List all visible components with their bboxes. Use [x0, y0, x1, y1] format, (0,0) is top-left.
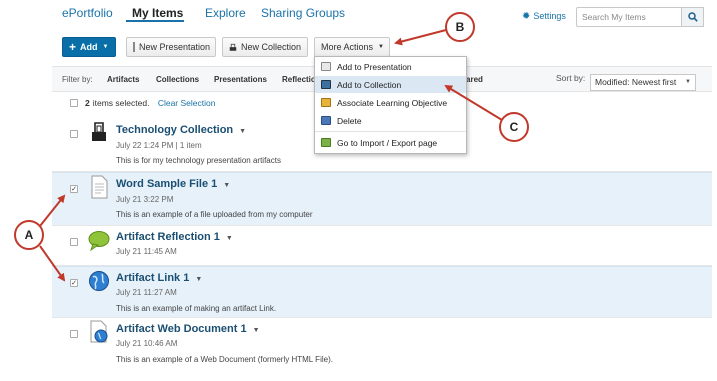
sort-label: Sort by: — [556, 73, 586, 83]
gear-icon: ✹ — [522, 11, 531, 22]
item-date: July 22 1:24 PM | 1 item — [116, 141, 202, 150]
new-presentation-label: New Presentation — [139, 42, 211, 52]
menu-item-label: Go to Import / Export page — [337, 137, 438, 148]
item-checkbox[interactable] — [70, 238, 78, 246]
new-collection-label: New Collection — [240, 42, 301, 52]
nav-my-items[interactable]: My Items — [132, 6, 183, 20]
presentation-icon — [321, 62, 331, 71]
menu-item-associate-learning-objective[interactable]: Associate Learning Objective — [315, 94, 466, 111]
objective-icon — [321, 98, 331, 107]
chevron-down-icon: ▼ — [685, 79, 691, 85]
item-date: July 21 11:45 AM — [116, 247, 177, 256]
globe-icon — [89, 271, 109, 291]
new-collection-button[interactable]: New Collection — [222, 37, 308, 57]
settings-label: Settings — [533, 11, 566, 21]
item-checkbox[interactable] — [70, 130, 78, 138]
speech-bubble-icon — [88, 231, 110, 252]
select-all-checkbox[interactable] — [70, 99, 78, 107]
web-document-icon — [90, 320, 108, 343]
item-title[interactable]: Artifact Reflection 1 ▼ — [116, 231, 233, 243]
filter-shared[interactable]: ared — [466, 75, 483, 84]
binder-clip-icon — [229, 43, 237, 51]
selection-count: 2 — [85, 98, 90, 108]
menu-item-import-export[interactable]: Go to Import / Export page — [315, 134, 466, 151]
nav-active-underline — [126, 20, 184, 22]
chevron-down-icon: ▼ — [378, 44, 384, 50]
menu-item-label: Associate Learning Objective — [337, 97, 448, 108]
menu-item-label: Add to Collection — [337, 79, 402, 90]
chevron-down-icon[interactable]: ▼ — [223, 182, 230, 189]
chevron-down-icon[interactable]: ▼ — [195, 276, 202, 283]
nav-sharing-groups[interactable]: Sharing Groups — [261, 6, 345, 20]
search-icon — [687, 12, 698, 22]
more-actions-button[interactable]: More Actions ▼ — [314, 37, 390, 57]
item-title-text[interactable]: Word Sample File 1 — [116, 178, 217, 190]
item-description: This is an example of making an artifact… — [116, 304, 277, 313]
search-input[interactable]: Search My Items — [576, 7, 682, 27]
item-checkbox[interactable] — [70, 330, 78, 338]
chevron-down-icon[interactable]: ▼ — [226, 235, 233, 242]
eportfolio-window: ePortfolio My Items Explore Sharing Grou… — [52, 0, 712, 381]
item-title-text[interactable]: Artifact Web Document 1 — [116, 323, 247, 335]
add-button-label: Add — [80, 42, 98, 52]
item-date: July 21 10:46 AM — [116, 339, 178, 348]
menu-item-add-to-collection[interactable]: Add to Collection — [315, 76, 466, 93]
clear-selection-link[interactable]: Clear Selection — [158, 98, 216, 108]
item-title-text[interactable]: Artifact Reflection 1 — [116, 231, 220, 243]
import-export-icon — [321, 138, 331, 147]
nav-eportfolio[interactable]: ePortfolio — [62, 6, 113, 20]
item-date: July 21 11:27 AM — [116, 288, 177, 297]
list-item-word-sample-file[interactable]: ✓ Word Sample File 1 ▼ July 21 3:22 PM Th… — [52, 172, 712, 226]
menu-item-delete[interactable]: Delete — [315, 112, 466, 129]
callout-c: C — [499, 112, 529, 142]
item-date: July 21 3:22 PM — [116, 195, 174, 204]
more-actions-label: More Actions — [321, 42, 374, 52]
item-title-text[interactable]: Technology Collection — [116, 124, 233, 136]
search-button[interactable] — [682, 7, 704, 27]
nav-explore[interactable]: Explore — [205, 6, 246, 20]
filter-reflections[interactable]: Reflectio — [282, 75, 316, 84]
item-description: This is for my technology presentation a… — [116, 156, 281, 165]
list-item-artifact-link[interactable]: ✓ Artifact Link 1 ▼ July 21 11:27 AM This… — [52, 266, 712, 318]
sort-control: Sort by: Modified: Newest first ▼ — [556, 73, 696, 91]
plus-icon: + — [69, 40, 77, 54]
chevron-down-icon[interactable]: ▼ — [253, 327, 260, 334]
item-title-text[interactable]: Artifact Link 1 — [116, 272, 189, 284]
list-item-artifact-reflection[interactable]: Artifact Reflection 1 ▼ July 21 11:45 AM — [52, 226, 712, 266]
selection-text: items selected. — [92, 98, 150, 108]
document-icon — [91, 175, 108, 199]
item-title[interactable]: Artifact Web Document 1 ▼ — [116, 323, 260, 335]
settings-link[interactable]: ✹ Settings — [522, 11, 566, 22]
selection-status: 2 items selected. Clear Selection — [85, 98, 215, 108]
filter-label: Filter by: — [62, 75, 93, 84]
callout-b: B — [445, 12, 475, 42]
menu-separator — [315, 131, 466, 132]
menu-item-label: Delete — [337, 115, 362, 126]
item-description: This is an example of a file uploaded fr… — [116, 210, 313, 219]
item-title[interactable]: Technology Collection ▼ — [116, 124, 246, 136]
binder-clip-icon — [92, 122, 106, 141]
presentation-icon — [133, 42, 135, 52]
more-actions-menu: Add to Presentation Add to Collection As… — [314, 56, 467, 154]
chevron-down-icon: ▼ — [102, 44, 109, 50]
filter-collections[interactable]: Collections — [156, 75, 199, 84]
sort-select[interactable]: Modified: Newest first ▼ — [590, 74, 696, 91]
sort-value: Modified: Newest first — [595, 77, 677, 87]
menu-item-label: Add to Presentation — [337, 61, 412, 72]
item-description: This is an example of a Web Document (fo… — [116, 355, 333, 364]
new-presentation-button[interactable]: New Presentation — [126, 37, 216, 57]
item-title[interactable]: Word Sample File 1 ▼ — [116, 178, 230, 190]
filter-artifacts[interactable]: Artifacts — [107, 75, 139, 84]
chevron-down-icon[interactable]: ▼ — [239, 128, 246, 135]
item-checkbox[interactable]: ✓ — [70, 279, 78, 287]
trash-icon — [321, 116, 331, 125]
filter-presentations[interactable]: Presentations — [214, 75, 267, 84]
collection-icon — [321, 80, 331, 89]
add-button[interactable]: + Add ▼ — [62, 37, 116, 57]
menu-item-add-to-presentation[interactable]: Add to Presentation — [315, 58, 466, 75]
item-checkbox[interactable]: ✓ — [70, 185, 78, 193]
item-title[interactable]: Artifact Link 1 ▼ — [116, 272, 202, 284]
list-item-artifact-web-document[interactable]: Artifact Web Document 1 ▼ July 21 10:46 A… — [52, 318, 712, 370]
callout-a: A — [14, 220, 44, 250]
